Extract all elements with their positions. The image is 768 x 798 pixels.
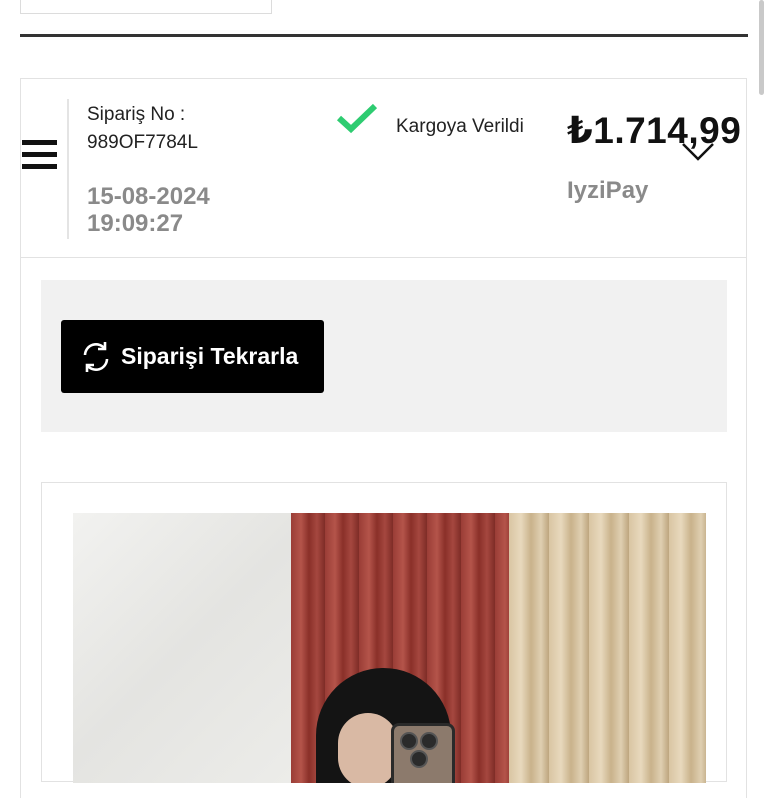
vertical-divider <box>67 99 69 239</box>
order-number: 989OF7784L <box>87 132 198 153</box>
scrollbar-thumb[interactable] <box>759 0 764 95</box>
product-card[interactable] <box>41 482 727 783</box>
payment-method: IyziPay <box>567 177 649 204</box>
order-time: 19:09:27 <box>87 210 184 237</box>
previous-card-edge <box>20 0 272 14</box>
order-date: 15-08-2024 <box>87 183 210 210</box>
order-status: Kargoya Verildi <box>396 116 524 137</box>
check-icon <box>336 103 378 134</box>
order-actions-panel: Siparişi Tekrarla <box>41 280 727 432</box>
reorder-button[interactable]: Siparişi Tekrarla <box>61 320 324 393</box>
reorder-button-label: Siparişi Tekrarla <box>121 343 299 369</box>
section-divider <box>20 34 748 37</box>
order-summary-card[interactable]: Sipariş No : 989OF7784L 15-08-2024 19:09… <box>20 78 747 258</box>
menu-icon[interactable] <box>22 140 58 174</box>
order-number-label: Sipariş No : <box>87 104 186 125</box>
refresh-icon <box>83 341 109 372</box>
order-total-price: ₺1.714,99 <box>567 110 742 151</box>
chevron-down-icon[interactable] <box>681 141 715 163</box>
product-image[interactable] <box>73 513 706 783</box>
